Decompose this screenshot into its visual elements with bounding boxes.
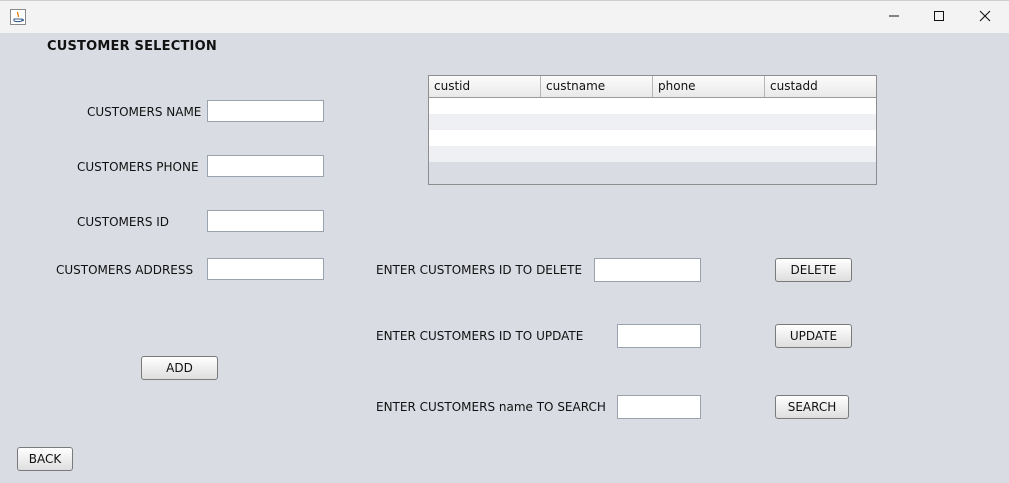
update-id-input[interactable] <box>617 324 701 348</box>
customer-name-label: CUSTOMERS NAME <box>87 105 202 119</box>
customer-address-input[interactable] <box>207 258 324 280</box>
customer-id-input[interactable] <box>207 210 324 232</box>
minimize-icon <box>888 10 900 25</box>
customer-id-label: CUSTOMERS ID <box>77 215 170 229</box>
maximize-button[interactable] <box>916 1 962 33</box>
delete-button[interactable]: DELETE <box>775 258 852 282</box>
customer-name-input[interactable] <box>207 100 324 122</box>
close-icon <box>979 10 991 25</box>
search-button[interactable]: SEARCH <box>775 395 849 419</box>
column-header-custadd[interactable]: custadd <box>765 76 876 97</box>
customer-phone-label: CUSTOMERS PHONE <box>77 160 199 174</box>
close-button[interactable] <box>962 1 1008 33</box>
window-titlebar[interactable] <box>0 0 1009 33</box>
java-icon <box>10 9 26 25</box>
add-button[interactable]: ADD <box>141 356 218 380</box>
minimize-button[interactable] <box>871 1 917 33</box>
customer-phone-input[interactable] <box>207 155 324 177</box>
back-button[interactable]: BACK <box>17 447 73 471</box>
column-header-custid[interactable]: custid <box>429 76 541 97</box>
table-row[interactable] <box>429 130 876 146</box>
customer-table[interactable]: custid custname phone custadd <box>428 75 877 185</box>
table-header: custid custname phone custadd <box>429 76 876 98</box>
delete-id-input[interactable] <box>594 258 701 282</box>
update-button[interactable]: UPDATE <box>775 324 852 348</box>
column-header-custname[interactable]: custname <box>541 76 653 97</box>
column-header-phone[interactable]: phone <box>653 76 765 97</box>
delete-label: ENTER CUSTOMERS ID TO DELETE <box>376 263 583 277</box>
maximize-icon <box>933 10 945 25</box>
table-row[interactable] <box>429 146 876 162</box>
customer-address-label: CUSTOMERS ADDRESS <box>56 263 194 277</box>
table-row[interactable] <box>429 98 876 114</box>
page-title: CUSTOMER SELECTION <box>47 39 217 54</box>
search-label: ENTER CUSTOMERS name TO SEARCH <box>376 400 606 414</box>
update-label: ENTER CUSTOMERS ID TO UPDATE <box>376 329 584 343</box>
search-name-input[interactable] <box>617 395 701 419</box>
table-row[interactable] <box>429 114 876 130</box>
